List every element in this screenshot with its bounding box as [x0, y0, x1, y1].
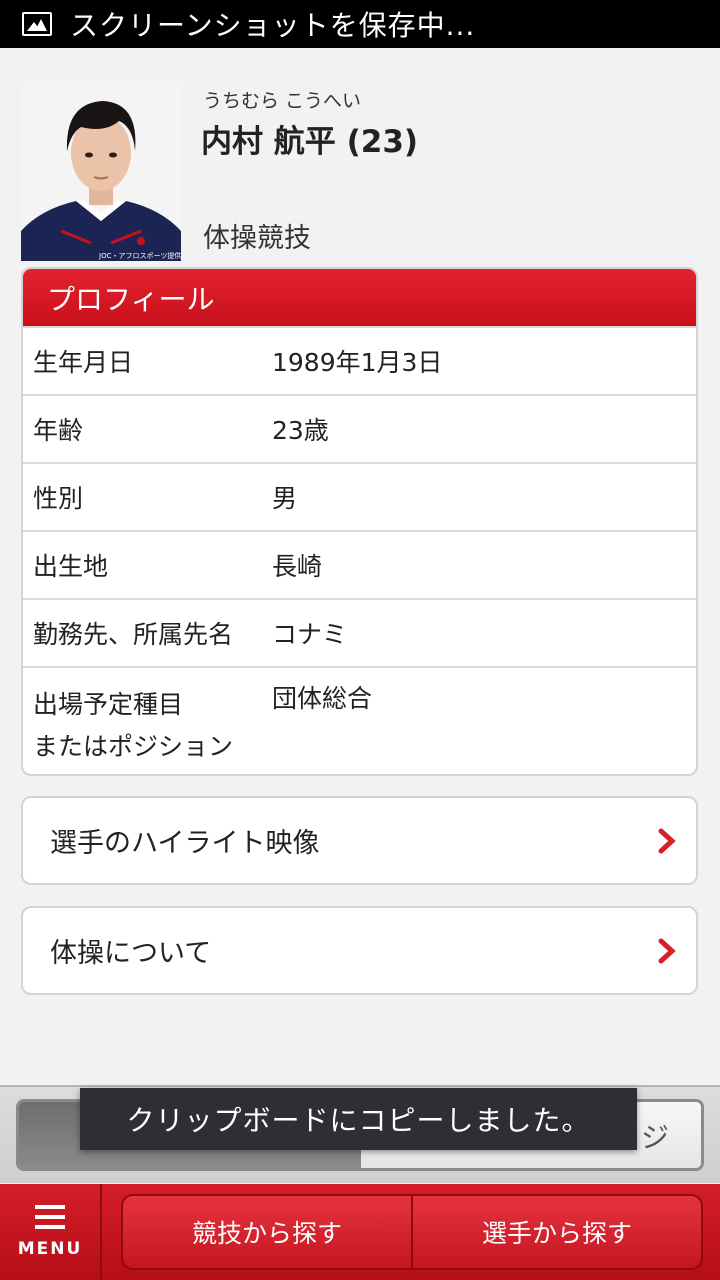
profile-key: 生年月日: [33, 348, 134, 377]
profile-key: 年齢: [33, 416, 84, 445]
profile-value: 団体総合: [272, 684, 373, 713]
profile-key: 性別: [33, 484, 84, 513]
about-gymnastics-button[interactable]: 体操について: [21, 906, 698, 995]
tab-search-by-athlete[interactable]: 選手から探す: [411, 1196, 701, 1268]
toast-message: クリップボードにコピーしました。: [80, 1088, 637, 1150]
profile-key: 勤務先、所属先名: [33, 620, 234, 649]
athlete-sport: 体操競技: [203, 223, 311, 254]
profile-row-events: 出場予定種目 またはポジション 団体総合: [23, 666, 696, 774]
profile-key-line: 出場予定種目: [33, 690, 184, 719]
highlight-video-button[interactable]: 選手のハイライト映像: [21, 796, 698, 885]
athlete-name-kana: うちむら こうへい: [203, 90, 362, 112]
profile-value: 男: [272, 484, 298, 513]
profile-key: 出生地: [33, 552, 109, 581]
profile-value: 1989年1月3日: [272, 348, 443, 377]
about-gymnastics-label: 体操について: [50, 938, 212, 969]
profile-row-birthplace: 出生地 長崎: [23, 530, 696, 598]
profile-header: プロフィール: [23, 269, 696, 326]
profile-value: 23歳: [272, 416, 329, 445]
athlete-photo: JOC・アフロスポーツ提供: [21, 81, 181, 261]
segment-right-label: ジ: [640, 1121, 669, 1154]
menu-button[interactable]: MENU: [0, 1184, 102, 1280]
chevron-right-icon: [658, 828, 676, 854]
profile-row-age: 年齢 23歳: [23, 394, 696, 462]
profile-key: 出場予定種目 またはポジション: [23, 684, 272, 768]
search-tabs: 競技から探す 選手から探す: [121, 1194, 703, 1270]
chevron-right-icon: [658, 938, 676, 964]
profile-value: コナミ: [272, 620, 348, 649]
highlight-video-label: 選手のハイライト映像: [50, 828, 320, 859]
menu-label: MENU: [17, 1239, 83, 1259]
profile-row-affiliation: 勤務先、所属先名 コナミ: [23, 598, 696, 666]
tab-search-by-event[interactable]: 競技から探す: [123, 1196, 411, 1268]
bottom-nav-bar: MENU 競技から探す 選手から探す: [0, 1184, 720, 1280]
image-icon: [22, 12, 52, 36]
athlete-name: 内村 航平 (23): [201, 124, 419, 160]
profile-value: 長崎: [272, 552, 323, 581]
status-text: スクリーンショットを保存中...: [70, 9, 476, 42]
photo-credit: JOC・アフロスポーツ提供: [98, 251, 181, 260]
profile-card: プロフィール 生年月日 1989年1月3日 年齢 23歳 性別 男 出生地 長崎…: [21, 267, 698, 776]
status-bar: スクリーンショットを保存中...: [0, 0, 720, 48]
profile-row-gender: 性別 男: [23, 462, 696, 530]
profile-key-line: またはポジション: [33, 732, 234, 761]
profile-row-birthdate: 生年月日 1989年1月3日: [23, 326, 696, 394]
menu-icon: [35, 1205, 65, 1229]
